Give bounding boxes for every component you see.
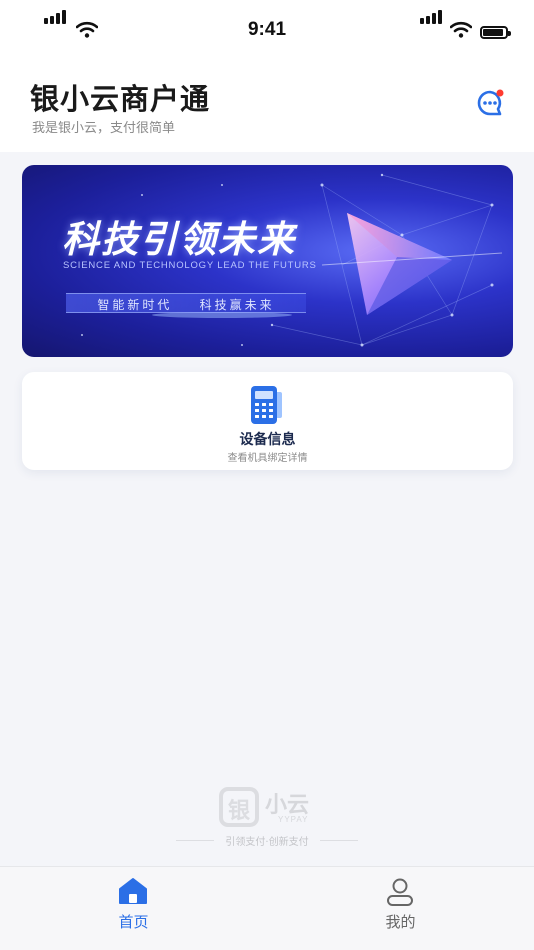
pos-terminal-icon xyxy=(251,386,282,424)
app-title: 银小云商户通 xyxy=(30,82,211,116)
brand-slogan: 引领支付·创新支付 xyxy=(225,837,309,848)
device-info-card[interactable]: 设备信息 查看机具绑定详情 xyxy=(22,372,513,470)
app-header: 银小云商户通 我是银小云，支付很简单 xyxy=(0,62,534,152)
tab-mine[interactable]: 我的 xyxy=(267,867,534,950)
messages-button[interactable] xyxy=(476,88,506,118)
home-icon xyxy=(119,878,147,904)
brand-logo: 银 xyxy=(219,787,259,827)
device-info-description: 查看机具绑定详情 xyxy=(227,453,308,464)
notification-dot xyxy=(496,89,504,97)
app-subtitle: 我是银小云，支付很简单 xyxy=(32,121,176,136)
brand-name-en: YYPAY xyxy=(278,815,309,824)
tab-home[interactable]: 首页 xyxy=(0,867,267,950)
tab-mine-label: 我的 xyxy=(385,913,416,931)
wifi-icon xyxy=(450,21,472,38)
banner-title: 科技引领未来 xyxy=(62,218,296,261)
battery-icon xyxy=(480,26,511,39)
promo-banner[interactable]: 科技引领未来 SCIENCE AND TECHNOLOGY LEAD THE F… xyxy=(22,165,513,357)
status-bar: 9:41 xyxy=(0,0,534,62)
banner-slogan-strip: 智能新时代 科技赢未来 xyxy=(66,293,306,313)
tab-home-label: 首页 xyxy=(118,913,149,931)
banner-slogan: 智能新时代 科技赢未来 xyxy=(97,298,275,312)
user-icon xyxy=(387,878,413,906)
chat-bubble-icon xyxy=(477,89,504,116)
tab-bar: 首页 我的 xyxy=(0,866,534,950)
banner-subtitle-en: SCIENCE AND TECHNOLOGY LEAD THE FUTURS xyxy=(63,260,317,271)
footer-brand: 银 小云 YYPAY 引领支付·创新支付 xyxy=(0,785,534,855)
device-info-title: 设备信息 xyxy=(239,432,296,448)
